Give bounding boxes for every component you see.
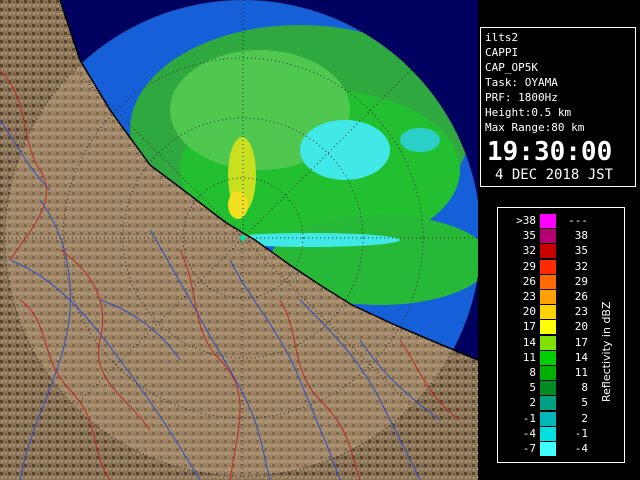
legend-swatch [540,274,556,289]
legend-row: -7 -4 [498,441,624,456]
legend-low: 17 [522,320,536,334]
legend-low: 20 [522,305,536,319]
legend-row: 32 35 [498,243,624,259]
legend-swatch [540,442,556,456]
legend-low: 14 [522,335,536,349]
legend-low: -7 [522,442,536,455]
radar-map [0,0,478,480]
legend-units-label: Reflectivity in dBZ [600,301,613,402]
task-label: Task: OYAMA [485,76,558,89]
legend-row: -1 2 [498,411,624,426]
radar-site-marker [240,235,246,241]
legend-low: 5 [529,381,536,395]
legend-swatch [540,214,556,228]
legend-swatch [540,229,556,244]
time-display: 19:30:00 [487,137,613,167]
legend-low: 11 [522,350,536,364]
radar-name: ilts2 [485,31,519,44]
legend-swatch [540,366,556,380]
legend-swatch [540,305,556,320]
legend-high: 32 [574,259,588,273]
legend-low: 32 [522,244,536,258]
legend-high: -4 [574,442,588,455]
legend-high: 14 [574,350,588,364]
legend-low: 29 [522,259,536,273]
product-name: CAP_OP5K [485,61,538,74]
legend-high: 8 [581,381,588,395]
legend-low: 2 [529,396,536,410]
legend-high: 11 [574,366,588,379]
legend-swatch [540,335,556,350]
legend-high: 26 [574,290,588,303]
prf-label: PRF: 1800Hz [485,91,558,104]
legend-high: 20 [574,320,588,334]
legend-row: -4 -1 [498,426,624,441]
date-display: 4 DEC 2018 JST [495,167,614,183]
legend-low: 35 [522,229,536,243]
max-range-label: Max Range:80 km [485,121,585,134]
legend-swatch [540,320,556,335]
legend-row: 35 38 [498,228,624,244]
legend-row: 29 32 [498,259,624,274]
legend-high: 23 [574,305,588,319]
legend-high: 2 [581,411,588,425]
legend-row: 26 29 [498,274,624,289]
legend-low: -4 [522,426,536,440]
legend-swatch [540,290,556,304]
legend-swatch [540,396,556,411]
legend-swatch [540,259,556,274]
legend-high: 38 [574,229,588,243]
product-type: CAPPI [485,46,519,59]
legend-swatch [540,426,556,441]
legend-high: -1 [574,426,588,440]
legend-row: >38 --- [498,213,624,228]
echo-cyan-area [300,120,390,180]
legend-swatch [540,381,556,396]
legend-low: -1 [522,411,536,425]
legend-low: >38 [516,214,536,227]
height-label: Height:0.5 km [485,106,572,119]
legend-high: 29 [574,274,588,288]
legend-swatch [540,411,556,426]
legend-swatch [540,244,556,259]
legend-low: 23 [522,290,536,303]
legend-swatch [540,350,556,365]
legend-low: 8 [529,366,536,379]
legend-high: --- [568,214,588,227]
info-box: ilts2 CAPPI CAP_OP5K Task: OYAMA PRF: 18… [480,27,636,187]
legend-high: 17 [574,335,588,349]
legend-high: 35 [574,244,588,258]
legend-low: 26 [522,274,536,288]
legend-high: 5 [581,396,588,410]
